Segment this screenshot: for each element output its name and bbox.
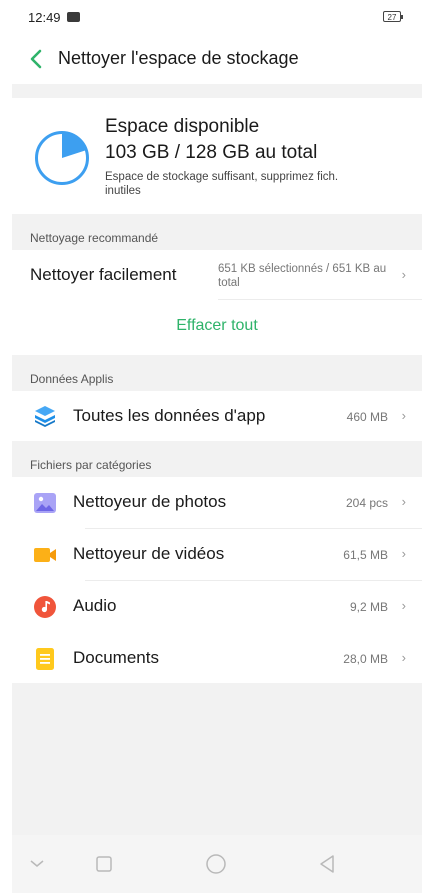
status-time: 12:49 <box>28 10 61 25</box>
easy-clean-value: 651 KB sélectionnés / 651 KB au total <box>218 263 387 289</box>
image-icon <box>34 493 56 513</box>
category-value: 61,5 MB <box>343 548 388 562</box>
layers-icon <box>35 406 55 427</box>
system-navigation-bar <box>12 835 422 893</box>
category-label: Documents <box>73 648 159 667</box>
nav-back-button[interactable] <box>312 849 342 879</box>
section-label-categories: Fichiers par catégories <box>30 458 152 472</box>
category-label: Nettoyeur de photos <box>73 492 227 511</box>
circle-icon <box>206 854 226 874</box>
category-row-photos[interactable]: Nettoyeur de photos 204 pcs › <box>12 477 422 529</box>
app-header: Nettoyer l'espace de stockage <box>0 36 423 84</box>
all-app-data-row[interactable]: Toutes les données d'app 460 MB › <box>12 391 422 441</box>
storage-hint: Espace de stockage suffisant, supprimez … <box>105 171 339 197</box>
easy-clean-label: Nettoyer facilement <box>30 265 177 284</box>
video-icon <box>34 548 56 562</box>
section-label-app-data: Données Applis <box>30 372 114 386</box>
storage-pie-chart <box>35 131 89 185</box>
storage-title: Espace disponible <box>105 116 260 137</box>
category-value: 28,0 MB <box>343 652 388 666</box>
chevron-right-icon: › <box>401 267 406 282</box>
spacer <box>12 84 422 98</box>
triangle-back-icon <box>320 855 334 873</box>
section-header-categories: Fichiers par catégories <box>12 441 422 477</box>
category-value: 9,2 MB <box>349 600 388 614</box>
page-title: Nettoyer l'espace de stockage <box>58 48 299 68</box>
category-row-documents[interactable]: Documents 28,0 MB › <box>12 633 422 683</box>
square-icon <box>96 856 112 872</box>
chevron-right-icon: › <box>401 650 406 665</box>
section-header-app-data: Données Applis <box>12 355 422 391</box>
nav-collapse-button[interactable] <box>22 849 52 879</box>
clear-all-button[interactable]: Effacer tout <box>176 317 258 335</box>
clear-all-row: Effacer tout <box>12 300 422 355</box>
message-notification-icon <box>67 12 80 22</box>
category-row-audio[interactable]: Audio 9,2 MB › <box>12 581 422 633</box>
nav-recents-button[interactable] <box>89 849 119 879</box>
document-icon <box>36 648 54 670</box>
empty-area <box>12 683 422 835</box>
storage-summary-card: Espace disponible 103 GB / 128 GB au tot… <box>12 98 422 214</box>
section-header-recommended: Nettoyage recommandé <box>12 214 422 250</box>
chevron-right-icon: › <box>401 546 406 561</box>
chevron-right-icon: › <box>401 598 406 613</box>
storage-value: 103 GB / 128 GB au total <box>105 142 318 163</box>
chevron-right-icon: › <box>401 408 406 423</box>
all-app-data-value: 460 MB <box>346 410 388 424</box>
nav-home-button[interactable] <box>201 849 231 879</box>
chevron-right-icon: › <box>401 494 406 509</box>
status-bar: 12:49 27 <box>0 0 423 36</box>
back-button[interactable] <box>24 46 50 72</box>
section-label-recommended: Nettoyage recommandé <box>30 231 159 245</box>
battery-icon: 27 <box>383 11 403 22</box>
left-gutter <box>0 84 12 893</box>
all-app-data-label: Toutes les données d'app <box>73 406 266 425</box>
music-icon <box>34 596 56 618</box>
easy-clean-row[interactable]: Nettoyer facilement 651 KB sélectionnés … <box>12 250 422 300</box>
chevron-left-icon <box>30 49 42 69</box>
category-row-videos[interactable]: Nettoyeur de vidéos 61,5 MB › <box>12 529 422 581</box>
storage-cleaner-screen: 12:49 27 Nettoyer l'espace de stockage E… <box>0 0 423 893</box>
chevron-down-icon <box>30 860 44 867</box>
category-label: Audio <box>73 596 117 615</box>
category-value: 204 pcs <box>345 496 388 510</box>
category-label: Nettoyeur de vidéos <box>73 544 225 563</box>
